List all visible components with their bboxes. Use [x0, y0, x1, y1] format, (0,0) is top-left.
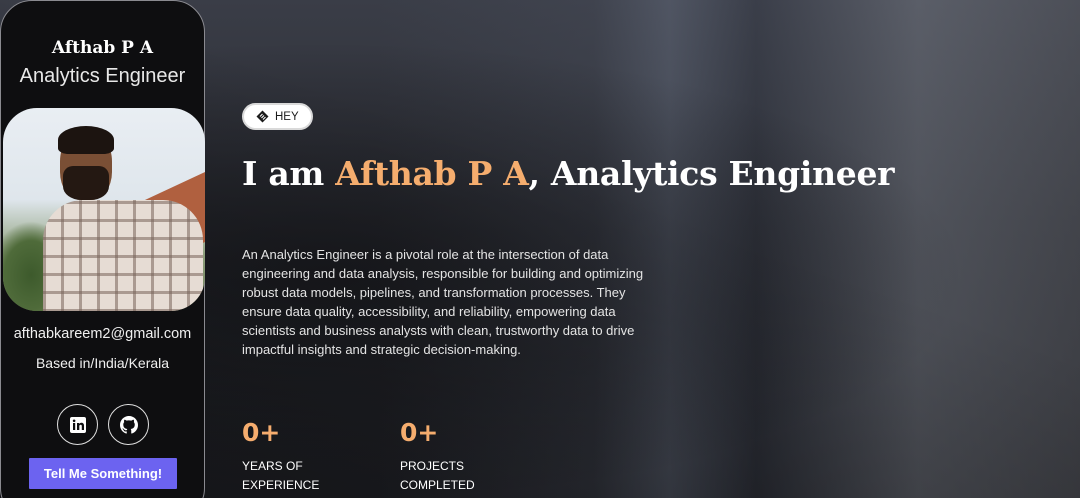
profile-role: Analytics Engineer	[19, 65, 186, 87]
stat-value: 0+	[242, 418, 281, 447]
linkedin-icon	[69, 416, 86, 433]
hero-headline: I am Afthab P A, Analytics Engineer	[242, 154, 895, 193]
stat-label: YEARS OF EXPERIENCE	[242, 459, 320, 492]
github-icon	[119, 415, 138, 434]
hey-badge: HEY	[242, 103, 313, 130]
headline-name: Afthab P A	[335, 154, 529, 193]
headline-suffix: , Analytics Engineer	[528, 154, 895, 193]
profile-photo	[3, 108, 205, 311]
tell-me-something-button[interactable]: Tell Me Something!	[29, 458, 177, 489]
profile-location: Based in/India/Kerala	[35, 355, 170, 371]
linkedin-link[interactable]	[57, 404, 98, 445]
headline-prefix: I am	[242, 154, 336, 193]
tag-icon	[256, 110, 269, 123]
intro-paragraph: An Analytics Engineer is a pivotal role …	[242, 247, 644, 357]
hey-badge-label: HEY	[275, 110, 299, 123]
stat-value: 0+	[400, 418, 439, 447]
profile-card: Afthab P A Analytics Engineer afthabkare…	[0, 0, 205, 498]
profile-name: Afthab P A	[51, 38, 154, 58]
profile-email[interactable]: afthabkareem2@gmail.com	[1, 326, 204, 342]
stat-label: PROJECTS COMPLETED	[400, 459, 475, 492]
stat-projects: 0+ PROJECTS COMPLETED	[400, 418, 480, 495]
stat-experience: 0+ YEARS OF EXPERIENCE	[242, 418, 322, 495]
github-link[interactable]	[108, 404, 149, 445]
social-links	[57, 404, 149, 445]
